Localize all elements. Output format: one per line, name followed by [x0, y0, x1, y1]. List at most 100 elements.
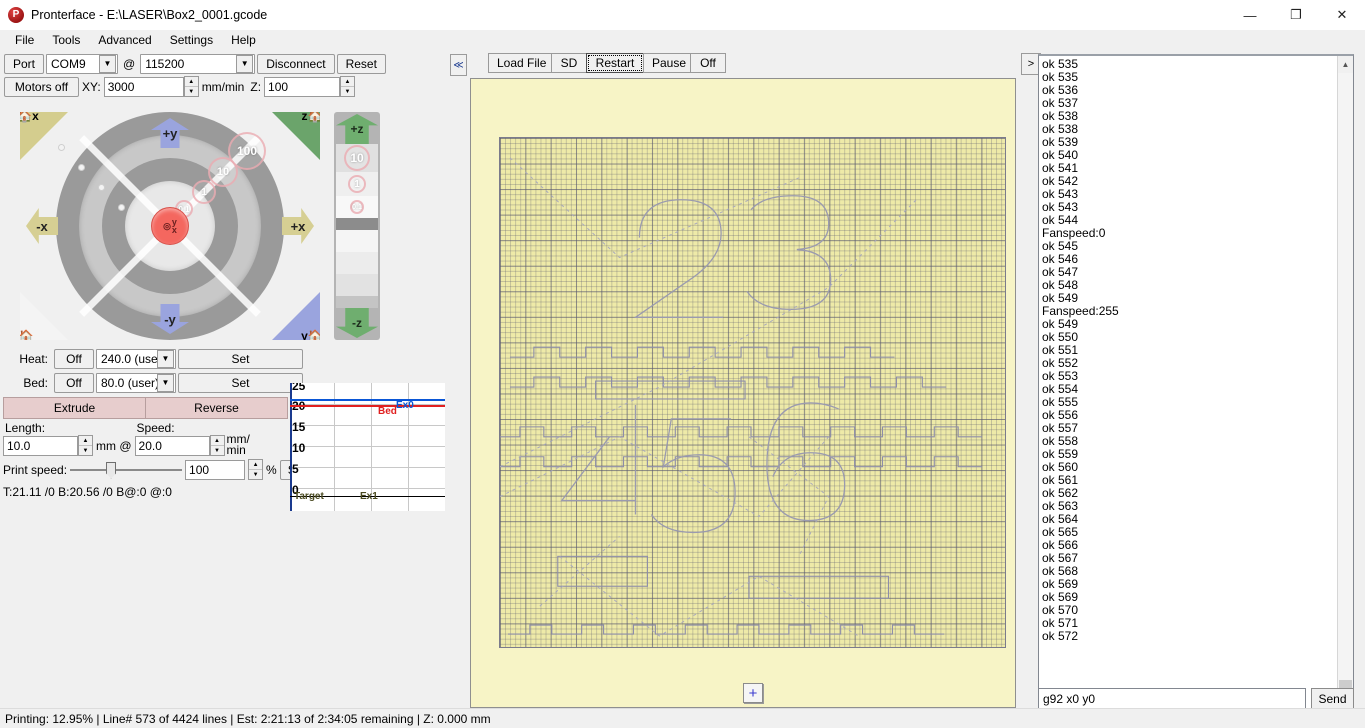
sd-button[interactable]: SD	[551, 53, 587, 73]
menu-file[interactable]: File	[6, 31, 43, 49]
menu-settings[interactable]: Settings	[161, 31, 222, 49]
z-slot-blank[interactable]	[336, 252, 378, 274]
bed-set-button[interactable]: Set	[178, 373, 303, 393]
command-row: Send	[1038, 688, 1354, 710]
extrude-button[interactable]: Extrude	[3, 397, 146, 419]
port-select[interactable]: COM9 ▼	[46, 54, 118, 74]
build-plate-grid[interactable]	[499, 137, 1006, 648]
scrollbar-track[interactable]	[1338, 73, 1353, 708]
speed-caption: Speed:	[135, 421, 225, 435]
minimize-icon[interactable]: —	[1227, 0, 1273, 30]
print-speed-slider[interactable]	[70, 460, 182, 480]
gcode-path-drawing	[500, 138, 1005, 647]
extrude-speed-input[interactable]	[135, 436, 210, 456]
heat-off-button[interactable]: Off	[54, 349, 94, 369]
log-output-box[interactable]: ok 535ok 535ok 536ok 537ok 538ok 538ok 5…	[1038, 54, 1354, 726]
jog-plus-z-button[interactable]: +z	[336, 114, 378, 144]
log-line: ok 561	[1042, 474, 1337, 487]
bed-temp-select[interactable]: 80.0 (user) ▼	[96, 373, 176, 393]
print-speed-stepper[interactable]: ▲▼	[248, 459, 263, 480]
port-button[interactable]: Port	[4, 54, 44, 74]
temperature-graph[interactable]: 25 20 15 10 5 0 Ex0 Bed Target Ex1	[290, 383, 445, 511]
z-step-10[interactable]: 10	[336, 144, 378, 172]
log-line: ok 543	[1042, 201, 1337, 214]
maximize-icon[interactable]: ❐	[1273, 0, 1319, 30]
xy-speed-input[interactable]	[104, 77, 184, 97]
z-slot-blank[interactable]	[336, 230, 378, 252]
heat-set-button[interactable]: Set	[178, 349, 303, 369]
reset-button[interactable]: Reset	[337, 54, 386, 74]
pause-button[interactable]: Pause	[643, 53, 691, 73]
graph-legend-target: Target	[294, 491, 324, 502]
pronterface-logo-icon: P	[8, 7, 24, 23]
log-line: ok 555	[1042, 396, 1337, 409]
jog-step-100[interactable]: 100	[228, 132, 266, 170]
zoom-in-button[interactable]: +	[743, 683, 763, 703]
log-line: ok 563	[1042, 500, 1337, 513]
mm-at-label: mm @	[93, 439, 135, 456]
disconnect-button[interactable]: Disconnect	[257, 54, 334, 74]
home-z-button[interactable]: z🏠	[272, 112, 320, 160]
print-speed-label: Print speed:	[3, 463, 67, 477]
xy-speed-stepper[interactable]: ▲▼	[184, 76, 199, 97]
log-line: ok 557	[1042, 422, 1337, 435]
log-line: ok 547	[1042, 266, 1337, 279]
send-button[interactable]: Send	[1311, 688, 1354, 710]
menubar: File Tools Advanced Settings Help	[0, 30, 1365, 50]
chevron-down-icon: ▼	[99, 55, 116, 73]
log-scrollbar[interactable]: ▲ ▼	[1337, 56, 1353, 725]
jog-center-home-button[interactable]: ◎ y x	[151, 207, 189, 245]
reverse-button[interactable]: Reverse	[146, 397, 288, 419]
jog-minus-z-button[interactable]: -z	[336, 308, 378, 338]
jog-minus-x-button[interactable]: -x	[26, 208, 58, 244]
jog-step-dot	[118, 204, 125, 211]
z-speed-input[interactable]	[264, 77, 340, 97]
slider-thumb[interactable]	[106, 462, 116, 479]
build-plate-canvas[interactable]: +	[470, 78, 1016, 708]
home-x-button[interactable]: 🏠x	[20, 112, 68, 160]
z-slot-blank[interactable]	[336, 274, 378, 296]
log-line: ok 553	[1042, 370, 1337, 383]
log-line: ok 537	[1042, 97, 1337, 110]
off-button[interactable]: Off	[690, 53, 726, 73]
z-step-0.1[interactable]: 0.1	[336, 196, 378, 218]
length-input[interactable]	[3, 436, 78, 456]
log-line: ok 535	[1042, 71, 1337, 84]
motors-off-button[interactable]: Motors off	[4, 77, 79, 97]
window-controls: — ❐ ✕	[1227, 0, 1365, 30]
print-speed-input[interactable]	[185, 460, 245, 480]
slider-track	[70, 469, 182, 471]
baud-select[interactable]: 115200 ▼	[140, 54, 255, 74]
extrude-speed-stepper[interactable]: ▲▼	[210, 435, 225, 456]
z-step-1[interactable]: 1	[336, 172, 378, 196]
scroll-up-icon[interactable]: ▲	[1338, 56, 1353, 73]
heat-temp-select[interactable]: 240.0 (user) ▼	[96, 349, 176, 369]
length-stepper[interactable]: ▲▼	[78, 435, 93, 456]
collapse-left-icon[interactable]: ≪	[450, 54, 467, 76]
log-line: ok 543	[1042, 188, 1337, 201]
statusbar: Printing: 12.95% | Line# 573 of 4424 lin…	[0, 708, 1365, 728]
graph-legend-ex1: Ex1	[360, 491, 378, 502]
log-line: ok 569	[1042, 591, 1337, 604]
menu-tools[interactable]: Tools	[43, 31, 89, 49]
home-all-button[interactable]: 🏠	[20, 292, 68, 340]
z-slot-blank[interactable]	[336, 296, 378, 308]
menu-advanced[interactable]: Advanced	[89, 31, 160, 49]
jog-step-1[interactable]: 1	[192, 180, 216, 204]
bed-off-button[interactable]: Off	[54, 373, 94, 393]
close-icon[interactable]: ✕	[1319, 0, 1365, 30]
restart-button[interactable]: Restart	[586, 53, 644, 73]
home-y-button[interactable]: y🏠	[272, 292, 320, 340]
main-area: Port COM9 ▼ @ 115200 ▼ Disconnect Reset …	[0, 50, 1365, 728]
window-title: Pronterface - E:\LASER\Box2_0001.gcode	[31, 8, 267, 22]
xy-jog-dial[interactable]: 0.1 1 10 100 ◎ y x +y -y -x +x 🏠x	[20, 112, 320, 340]
menu-help[interactable]: Help	[222, 31, 265, 49]
percent-label: %	[266, 463, 277, 477]
log-line: ok 556	[1042, 409, 1337, 422]
load-file-button[interactable]: Load File	[488, 53, 552, 73]
command-input[interactable]	[1038, 688, 1306, 710]
log-line: ok 541	[1042, 162, 1337, 175]
log-line: ok 540	[1042, 149, 1337, 162]
z-speed-stepper[interactable]: ▲▼	[340, 76, 355, 97]
jog-plus-x-button[interactable]: +x	[282, 208, 314, 244]
